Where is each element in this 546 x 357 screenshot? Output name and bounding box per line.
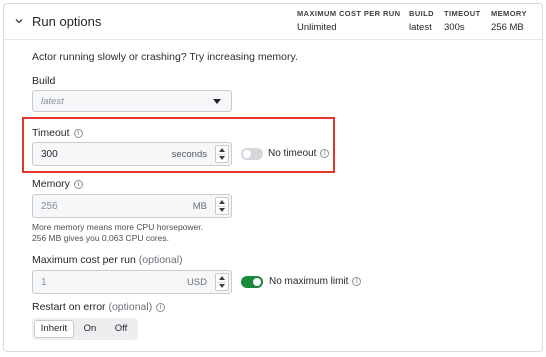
stepper-up-icon[interactable] xyxy=(219,200,225,204)
summary-label: BUILD xyxy=(409,9,434,18)
summary-timeout: TIMEOUT 300s xyxy=(444,9,481,33)
summary-label: TIMEOUT xyxy=(444,9,481,18)
restart-option-off[interactable]: Off xyxy=(106,320,136,338)
toggle-knob xyxy=(253,278,261,286)
memory-label-text: Memory xyxy=(32,178,70,190)
memory-stepper[interactable] xyxy=(215,197,229,215)
summary-memory: MEMORY 256 MB xyxy=(491,9,527,33)
max-cost-input[interactable]: 1 USD xyxy=(32,270,232,294)
max-cost-stepper[interactable] xyxy=(215,273,229,291)
restart-label-text: Restart on error xyxy=(32,301,106,313)
summary-value: 256 MB xyxy=(491,22,524,33)
no-max-limit-toggle[interactable] xyxy=(241,276,263,288)
optional-tag: (optional) xyxy=(108,301,153,313)
stepper-up-icon[interactable] xyxy=(219,276,225,280)
restart-segmented-control: Inherit On Off xyxy=(32,318,138,340)
max-cost-value: 1 xyxy=(41,277,47,288)
memory-unit: MB xyxy=(192,201,207,212)
memory-help-line: More memory means more CPU horsepower. xyxy=(32,222,204,232)
build-label: Build xyxy=(32,75,56,87)
no-max-limit-label: No maximum limit i xyxy=(269,276,362,287)
build-select[interactable]: latest xyxy=(32,90,232,112)
timeout-highlight-box xyxy=(22,117,335,173)
memory-input[interactable]: 256 MB xyxy=(32,194,232,218)
summary-value: 300s xyxy=(444,22,465,33)
stepper-down-icon[interactable] xyxy=(219,284,225,288)
stepper-divider xyxy=(217,282,227,283)
memory-value: 256 xyxy=(41,201,58,212)
memory-hint: Actor running slowly or crashing? Try in… xyxy=(32,51,298,63)
stepper-divider xyxy=(217,206,227,207)
max-cost-unit: USD xyxy=(186,277,207,288)
caret-down-icon xyxy=(213,99,221,104)
restart-option-inherit[interactable]: Inherit xyxy=(34,320,74,338)
chevron-down-icon[interactable] xyxy=(14,16,24,26)
info-icon[interactable]: i xyxy=(352,277,362,286)
memory-help-line: 256 MB gives you 0.063 CPU cores. xyxy=(32,233,170,243)
summary-label: MAXIMUM COST PER RUN xyxy=(297,9,401,18)
summary-value: latest xyxy=(409,22,432,33)
run-options-header[interactable]: Run options MAXIMUM COST PER RUN Unlimit… xyxy=(4,4,542,40)
stepper-down-icon[interactable] xyxy=(219,208,225,212)
restart-option-on[interactable]: On xyxy=(76,320,104,338)
info-icon[interactable]: i xyxy=(73,180,83,189)
no-max-limit-label-text: No maximum limit xyxy=(269,276,349,287)
summary-value: Unlimited xyxy=(297,22,337,33)
summary-build: BUILD latest xyxy=(409,9,434,33)
optional-tag: (optional) xyxy=(138,254,183,266)
run-options-body: Actor running slowly or crashing? Try in… xyxy=(4,41,542,351)
summary-label: MEMORY xyxy=(491,9,527,18)
info-icon[interactable]: i xyxy=(156,303,166,312)
build-placeholder: latest xyxy=(41,96,64,107)
max-cost-label-text: Maximum cost per run xyxy=(32,254,136,266)
memory-help: More memory means more CPU horsepower. 2… xyxy=(32,222,203,244)
restart-label: Restart on error (optional) i xyxy=(32,301,166,313)
run-options-panel: Run options MAXIMUM COST PER RUN Unlimit… xyxy=(3,3,543,352)
summary-max-cost: MAXIMUM COST PER RUN Unlimited xyxy=(297,9,400,33)
memory-label: Memory i xyxy=(32,178,83,190)
section-title: Run options xyxy=(32,14,102,29)
max-cost-label: Maximum cost per run (optional) xyxy=(32,254,183,266)
